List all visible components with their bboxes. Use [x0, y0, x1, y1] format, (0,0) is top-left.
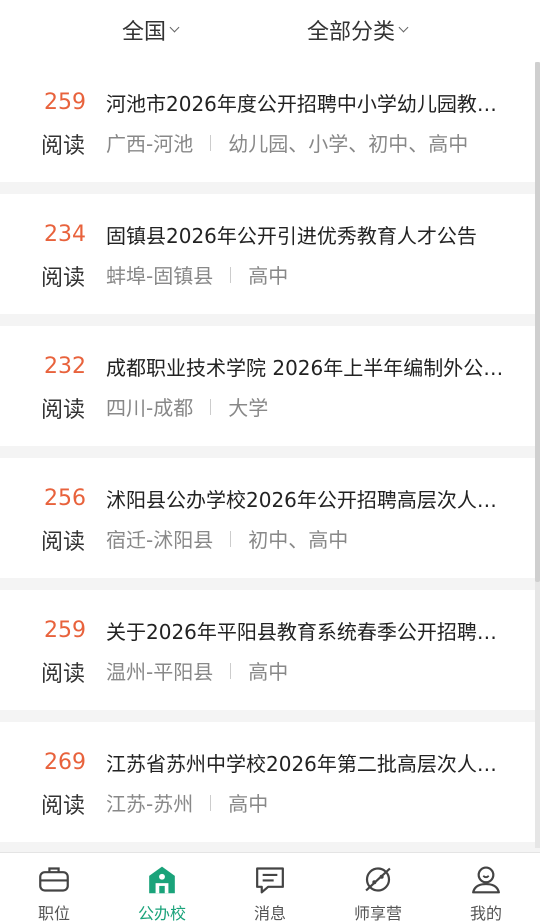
chevron-down-icon — [398, 22, 409, 32]
divider — [230, 266, 232, 283]
post-meta: 蚌埠-固镇县 高中 — [106, 260, 288, 289]
post-meta: 江苏-苏州 高中 — [106, 788, 268, 817]
chevron-down-icon — [169, 22, 180, 32]
filter-bar: 全国 全部分类 — [0, 0, 540, 62]
read-label: 阅读 — [41, 530, 86, 555]
post-levels: 高中 — [248, 660, 289, 684]
post-location: 四川-成都 — [106, 396, 194, 420]
post-meta: 温州-平阳县 高中 — [106, 656, 288, 685]
profile-icon — [472, 866, 500, 894]
read-count: 259 — [44, 90, 86, 115]
post-location: 江苏-苏州 — [106, 792, 194, 816]
post-title: 沭阳县公办学校2026年公开招聘高层次人才公告 — [106, 488, 510, 512]
list-item[interactable]: 256 阅读 沭阳县公办学校2026年公开招聘高层次人才公告 宿迁-沭阳县 初中… — [0, 458, 540, 578]
category-filter[interactable]: 全部分类 — [307, 14, 409, 46]
read-count: 256 — [44, 486, 86, 511]
read-count: 232 — [44, 354, 86, 379]
list-item[interactable]: 259 阅读 关于2026年平阳县教育系统春季公开招聘教师的公告 温州-平阳县 … — [0, 590, 540, 710]
post-title: 固镇县2026年公开引进优秀教育人才公告 — [106, 224, 477, 248]
post-location: 广西-河池 — [106, 132, 194, 156]
divider — [210, 794, 212, 811]
region-filter-label: 全国 — [122, 20, 167, 45]
post-levels: 大学 — [228, 396, 269, 420]
tab-label: 我的 — [469, 904, 502, 923]
divider — [230, 662, 232, 679]
scrollbar-thumb[interactable] — [535, 62, 540, 582]
divider — [210, 398, 212, 415]
scrollbar[interactable] — [535, 62, 540, 848]
read-label: 阅读 — [41, 134, 86, 159]
list-item[interactable]: 234 阅读 固镇县2026年公开引进优秀教育人才公告 蚌埠-固镇县 高中 — [0, 194, 540, 314]
post-meta: 宿迁-沭阳县 初中、高中 — [106, 524, 348, 553]
read-label: 阅读 — [41, 266, 86, 291]
read-label: 阅读 — [41, 662, 86, 687]
tab-profile[interactable]: 我的 — [432, 853, 540, 924]
post-location: 宿迁-沭阳县 — [106, 528, 214, 552]
bottom-tab-bar: 职位 公办校 消息 师享营 我的 — [0, 852, 540, 924]
tab-public-schools[interactable]: 公办校 — [108, 853, 216, 924]
tab-label: 公办校 — [137, 904, 186, 923]
tab-label: 职位 — [37, 904, 70, 923]
read-label: 阅读 — [41, 398, 86, 423]
read-count: 259 — [44, 618, 86, 643]
post-title: 成都职业技术学院 2026年上半年编制外公开招聘公告 — [106, 356, 510, 380]
tab-positions[interactable]: 职位 — [0, 853, 108, 924]
list-item[interactable]: 232 阅读 成都职业技术学院 2026年上半年编制外公开招聘公告 四川-成都 … — [0, 326, 540, 446]
post-levels: 幼儿园、小学、初中、高中 — [228, 132, 469, 156]
list-item[interactable]: 259 阅读 河池市2026年度公开招聘中小学幼儿园教师公告 广西-河池 幼儿园… — [0, 62, 540, 182]
read-count: 234 — [44, 222, 86, 247]
post-location: 温州-平阳县 — [106, 660, 214, 684]
post-levels: 高中 — [228, 792, 269, 816]
post-meta: 四川-成都 大学 — [106, 392, 268, 421]
list-item[interactable]: 269 阅读 江苏省苏州中学校2026年第二批高层次人才招聘公告 江苏-苏州 高… — [0, 722, 540, 842]
post-location: 蚌埠-固镇县 — [106, 264, 214, 288]
post-title: 关于2026年平阳县教育系统春季公开招聘教师的公告 — [106, 620, 510, 644]
divider — [210, 134, 212, 151]
divider — [230, 530, 232, 547]
post-levels: 高中 — [248, 264, 289, 288]
read-label: 阅读 — [41, 794, 86, 819]
tab-label: 消息 — [253, 904, 286, 923]
planet-icon — [365, 867, 391, 892]
post-meta: 广西-河池 幼儿园、小学、初中、高中 — [106, 128, 468, 157]
region-filter[interactable]: 全国 — [122, 14, 180, 46]
post-title: 河池市2026年度公开招聘中小学幼儿园教师公告 — [106, 92, 510, 116]
post-title: 江苏省苏州中学校2026年第二批高层次人才招聘公告 — [106, 752, 510, 776]
category-filter-label: 全部分类 — [307, 20, 396, 45]
message-icon — [256, 867, 284, 894]
tab-teacher-camp[interactable]: 师享营 — [324, 853, 432, 924]
briefcase-icon — [39, 867, 69, 892]
read-count: 269 — [44, 750, 86, 775]
post-levels: 初中、高中 — [248, 528, 349, 552]
school-icon — [149, 866, 175, 894]
tab-messages[interactable]: 消息 — [216, 853, 324, 924]
tab-label: 师享营 — [353, 904, 402, 923]
